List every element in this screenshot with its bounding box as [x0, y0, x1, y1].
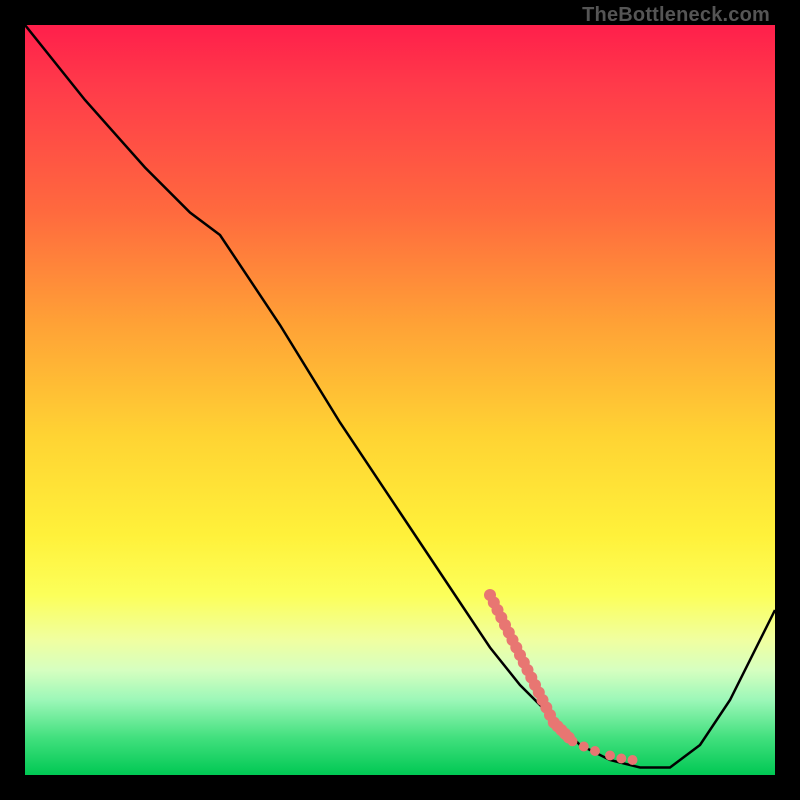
bottleneck-curve: [25, 25, 775, 768]
highlight-dot: [579, 742, 589, 752]
highlight-dot-group: [484, 589, 638, 765]
highlight-dot: [628, 755, 638, 765]
highlight-dot: [616, 754, 626, 764]
highlight-dot: [605, 751, 615, 761]
watermark-text: TheBottleneck.com: [582, 4, 770, 27]
chart-svg: [25, 25, 775, 775]
chart-frame: [25, 25, 775, 775]
highlight-dot: [568, 736, 578, 746]
highlight-dot: [590, 746, 600, 756]
